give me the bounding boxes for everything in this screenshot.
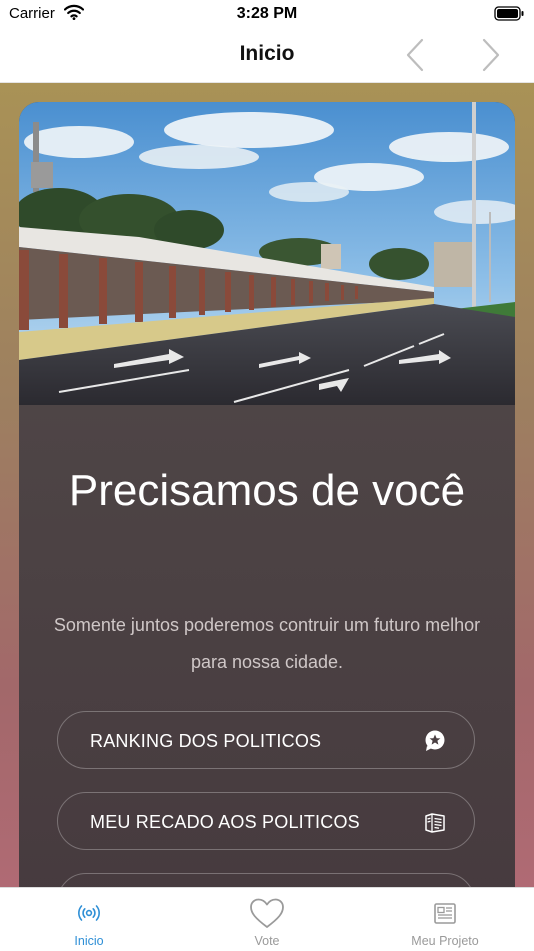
- newspaper-icon: [356, 898, 534, 930]
- battery-icon: [494, 6, 524, 26]
- station-photo: [19, 102, 515, 405]
- tab-inicio[interactable]: Inicio: [0, 888, 178, 951]
- chevron-right-icon: [482, 38, 500, 72]
- tab-inicio-label: Inicio: [74, 934, 104, 948]
- tab-meu-projeto-label: Meu Projeto: [411, 934, 479, 948]
- navigation-bar: Inicio: [0, 30, 534, 83]
- broadcast-icon: [0, 898, 178, 930]
- clock: 3:28 PM: [236, 5, 298, 22]
- newspaper-icon: [424, 811, 446, 833]
- home-content[interactable]: Precisamos de você Somente juntos podere…: [0, 83, 534, 887]
- tab-vote[interactable]: Vote: [178, 888, 356, 951]
- hero-title: Precisamos de você: [68, 466, 466, 515]
- chevron-left-icon: [406, 38, 424, 72]
- hero-panel: Precisamos de você Somente juntos podere…: [19, 405, 515, 887]
- star-chat-icon: [424, 730, 446, 752]
- page-title: Inicio: [239, 42, 295, 65]
- ranking-button[interactable]: RANKING DOS POLITICOS: [57, 711, 475, 769]
- tab-bar: Inicio Vote Meu Projeto: [0, 887, 534, 951]
- heart-icon: [178, 898, 356, 930]
- tab-meu-projeto[interactable]: Meu Projeto: [356, 888, 534, 951]
- tab-vote-label: Vote: [254, 934, 280, 948]
- back-button[interactable]: [400, 36, 432, 74]
- ranking-label: RANKING DOS POLITICOS: [90, 731, 322, 751]
- status-bar: Carrier 3:28 PM: [0, 0, 534, 30]
- forward-button[interactable]: [474, 36, 506, 74]
- hero-subtitle: Somente juntos poderemos contruir um fut…: [53, 615, 481, 672]
- third-menu-button[interactable]: [57, 873, 475, 887]
- recado-button[interactable]: MEU RECADO AOS POLITICOS: [57, 792, 475, 850]
- hero-card: Precisamos de você Somente juntos podere…: [19, 102, 515, 887]
- recado-label: MEU RECADO AOS POLITICOS: [90, 812, 360, 832]
